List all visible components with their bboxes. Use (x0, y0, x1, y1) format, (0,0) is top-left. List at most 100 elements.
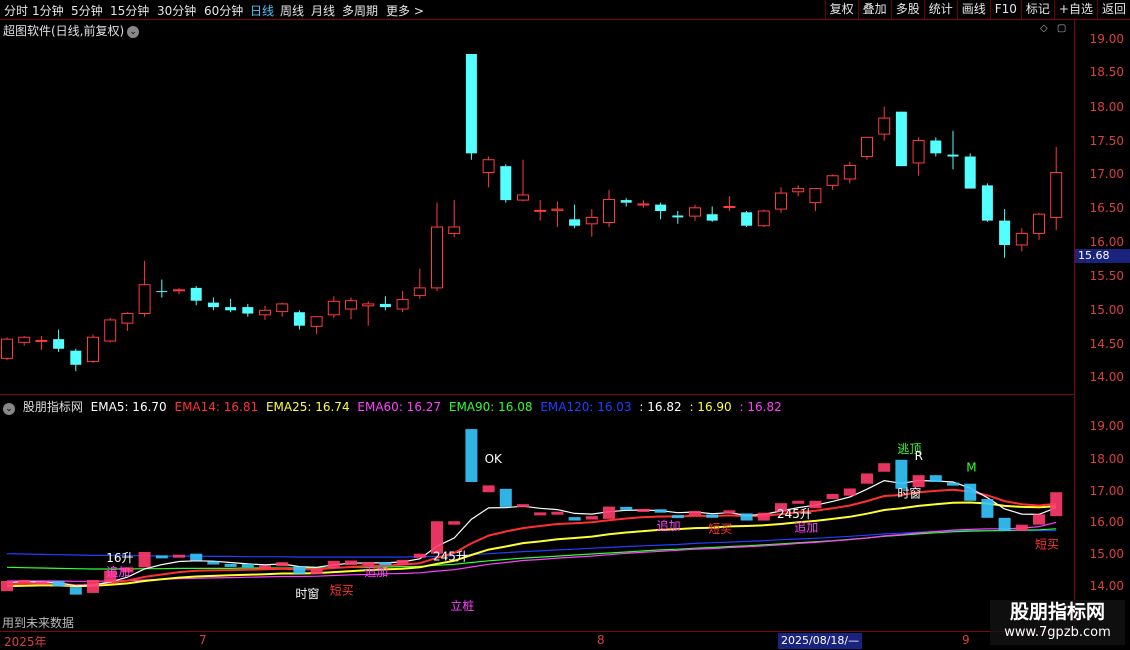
candle[interactable] (276, 302, 289, 317)
candle[interactable] (672, 211, 684, 224)
candle[interactable] (861, 136, 873, 160)
candle-body (603, 198, 615, 224)
candle[interactable] (826, 174, 839, 190)
candle[interactable] (930, 137, 942, 157)
indicator-bar (671, 515, 684, 519)
candle[interactable] (517, 159, 529, 202)
candle[interactable] (138, 260, 151, 317)
candle-body (1050, 172, 1063, 218)
chart-canvas[interactable]: 16升追加时窗 短买追加245升立桩OK追加 短买245升追加逃顶R时窗M短买 (0, 0, 1130, 650)
candle-body (930, 140, 942, 154)
indicator-bar (723, 510, 736, 514)
candle[interactable] (757, 209, 770, 228)
candle[interactable] (843, 161, 856, 184)
candle[interactable] (35, 335, 48, 351)
candle-body (345, 300, 357, 310)
main-price-tick: 18.50 (1089, 65, 1124, 79)
candle[interactable] (585, 209, 598, 237)
candle[interactable] (259, 305, 271, 320)
candle[interactable] (242, 303, 254, 317)
indicator-bar (293, 566, 306, 574)
candle[interactable] (207, 297, 219, 311)
candle[interactable] (156, 279, 168, 298)
candle[interactable] (775, 187, 787, 213)
main-price-tick: 14.00 (1089, 370, 1124, 384)
candle[interactable] (689, 204, 701, 221)
candle[interactable] (1033, 212, 1045, 240)
main-price-tick: 17.00 (1089, 167, 1124, 181)
candle[interactable] (809, 188, 822, 211)
candle[interactable] (1015, 228, 1028, 252)
main-price-tick: 14.50 (1089, 337, 1124, 351)
candle-body (826, 175, 839, 186)
candle[interactable] (362, 301, 375, 326)
indicator-bar (1015, 524, 1028, 531)
candle[interactable] (225, 298, 237, 313)
diamond-icon[interactable]: ◇ (1040, 23, 1048, 34)
candle-body (741, 212, 753, 226)
candle[interactable] (293, 310, 305, 330)
indicator-bar (499, 488, 512, 507)
candle[interactable] (104, 318, 117, 343)
main-price-tick: 17.50 (1089, 134, 1124, 148)
candle[interactable] (327, 296, 340, 319)
signal-label: 追加 (657, 518, 681, 533)
candle[interactable] (53, 329, 65, 352)
candle[interactable] (534, 200, 547, 221)
signal-label: 时窗 (897, 486, 921, 500)
candle[interactable] (18, 335, 31, 346)
indicator-bar (482, 485, 495, 493)
candle[interactable] (1, 337, 13, 361)
candle[interactable] (500, 164, 512, 203)
candle[interactable] (448, 200, 461, 238)
candle-body (655, 204, 667, 211)
candle[interactable] (947, 130, 959, 170)
chevron-down-icon[interactable]: ⌄ (3, 403, 15, 415)
candle-body (500, 166, 512, 201)
candle[interactable] (1050, 146, 1063, 231)
candle[interactable] (70, 348, 82, 372)
candle[interactable] (723, 196, 736, 211)
candle-body (156, 291, 168, 293)
candle[interactable] (569, 204, 581, 229)
candle[interactable] (912, 137, 925, 176)
candle[interactable] (121, 312, 134, 331)
candle[interactable] (964, 153, 976, 189)
candle[interactable] (173, 287, 185, 295)
window-icon[interactable]: ▢ (1057, 23, 1066, 34)
candle[interactable] (999, 209, 1011, 258)
candle[interactable] (637, 200, 650, 208)
candle[interactable] (190, 285, 202, 306)
candle[interactable] (431, 202, 443, 292)
main-candlestick-series (1, 54, 1063, 372)
candle[interactable] (792, 185, 805, 197)
candle[interactable] (482, 156, 495, 188)
candle-body (276, 303, 289, 313)
signal-label: 追加 (364, 564, 388, 579)
candle-body (327, 300, 340, 316)
chevron-down-icon[interactable]: ⌄ (127, 25, 140, 38)
candle[interactable] (620, 198, 632, 207)
candle[interactable] (465, 54, 477, 160)
indicator-bar (276, 562, 289, 567)
indicator-bar (637, 508, 650, 512)
candle[interactable] (878, 106, 891, 141)
indicator-bar (207, 561, 220, 565)
candle[interactable] (706, 206, 718, 222)
signal-label: 245升 (433, 550, 468, 564)
candle[interactable] (895, 111, 907, 167)
candle[interactable] (603, 189, 615, 228)
candle[interactable] (345, 297, 357, 320)
candle[interactable] (396, 291, 409, 313)
candle[interactable] (413, 268, 426, 299)
candle[interactable] (741, 211, 753, 228)
candle[interactable] (981, 183, 993, 222)
candle-body (689, 207, 701, 217)
candle[interactable] (655, 202, 667, 220)
candle[interactable] (87, 334, 99, 363)
candle[interactable] (551, 201, 564, 228)
candle[interactable] (310, 316, 323, 335)
candle-body (999, 220, 1011, 245)
indicator-bar (603, 506, 615, 519)
candle[interactable] (379, 296, 391, 311)
